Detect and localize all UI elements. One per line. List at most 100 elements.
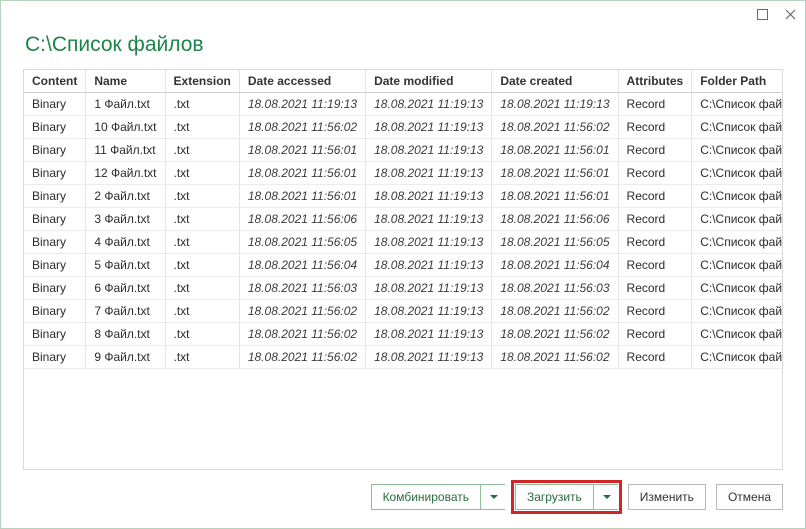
cell-created: 18.08.2021 11:56:02 xyxy=(492,322,618,345)
table-row[interactable]: Binary8 Файл.txt.txt18.08.2021 11:56:021… xyxy=(24,322,783,345)
cell-attributes: Record xyxy=(618,322,692,345)
cell-extension: .txt xyxy=(165,253,239,276)
cell-created: 18.08.2021 11:56:02 xyxy=(492,345,618,368)
cell-content: Binary xyxy=(24,92,86,115)
table-row[interactable]: Binary12 Файл.txt.txt18.08.2021 11:56:01… xyxy=(24,161,783,184)
cell-name: 11 Файл.txt xyxy=(86,138,165,161)
cell-path: C:\Список файлов\ xyxy=(692,138,783,161)
table-row[interactable]: Binary11 Файл.txt.txt18.08.2021 11:56:01… xyxy=(24,138,783,161)
cell-name: 7 Файл.txt xyxy=(86,299,165,322)
cell-name: 5 Файл.txt xyxy=(86,253,165,276)
col-header-attributes[interactable]: Attributes xyxy=(618,70,692,92)
cell-name: 12 Файл.txt xyxy=(86,161,165,184)
cell-content: Binary xyxy=(24,299,86,322)
cell-modified: 18.08.2021 11:19:13 xyxy=(366,207,492,230)
table-row[interactable]: Binary1 Файл.txt.txt18.08.2021 11:19:131… xyxy=(24,92,783,115)
cell-accessed: 18.08.2021 11:56:01 xyxy=(239,161,365,184)
table-row[interactable]: Binary10 Файл.txt.txt18.08.2021 11:56:02… xyxy=(24,115,783,138)
cell-content: Binary xyxy=(24,276,86,299)
table-row[interactable]: Binary4 Файл.txt.txt18.08.2021 11:56:051… xyxy=(24,230,783,253)
load-dropdown-button[interactable] xyxy=(593,484,618,510)
cell-path: C:\Список файлов\ xyxy=(692,92,783,115)
col-header-name[interactable]: Name xyxy=(86,70,165,92)
cancel-label: Отмена xyxy=(728,490,771,504)
preview-table: Content Name Extension Date accessed Dat… xyxy=(23,69,783,470)
cell-extension: .txt xyxy=(165,207,239,230)
cell-extension: .txt xyxy=(165,92,239,115)
cell-path: C:\Список файлов\ xyxy=(692,207,783,230)
cell-name: 1 Файл.txt xyxy=(86,92,165,115)
col-header-created[interactable]: Date created xyxy=(492,70,618,92)
cell-extension: .txt xyxy=(165,345,239,368)
close-button[interactable] xyxy=(783,7,797,21)
load-label: Загрузить xyxy=(527,490,582,504)
close-icon xyxy=(785,9,796,20)
cell-modified: 18.08.2021 11:19:13 xyxy=(366,322,492,345)
col-header-accessed[interactable]: Date accessed xyxy=(239,70,365,92)
cell-path: C:\Список файлов\ xyxy=(692,322,783,345)
cell-modified: 18.08.2021 11:19:13 xyxy=(366,184,492,207)
cell-accessed: 18.08.2021 11:56:02 xyxy=(239,299,365,322)
cell-content: Binary xyxy=(24,161,86,184)
table-header-row: Content Name Extension Date accessed Dat… xyxy=(24,70,783,92)
cell-attributes: Record xyxy=(618,184,692,207)
maximize-button[interactable] xyxy=(755,7,769,21)
cell-name: 8 Файл.txt xyxy=(86,322,165,345)
cell-created: 18.08.2021 11:56:05 xyxy=(492,230,618,253)
col-header-path[interactable]: Folder Path xyxy=(692,70,783,92)
cell-content: Binary xyxy=(24,230,86,253)
cell-accessed: 18.08.2021 11:56:05 xyxy=(239,230,365,253)
table-row[interactable]: Binary7 Файл.txt.txt18.08.2021 11:56:021… xyxy=(24,299,783,322)
cell-extension: .txt xyxy=(165,230,239,253)
combine-label: Комбинировать xyxy=(383,490,469,504)
cell-content: Binary xyxy=(24,115,86,138)
table-row[interactable]: Binary3 Файл.txt.txt18.08.2021 11:56:061… xyxy=(24,207,783,230)
cell-accessed: 18.08.2021 11:56:01 xyxy=(239,138,365,161)
cell-modified: 18.08.2021 11:19:13 xyxy=(366,253,492,276)
table-row[interactable]: Binary2 Файл.txt.txt18.08.2021 11:56:011… xyxy=(24,184,783,207)
combine-dropdown-button[interactable] xyxy=(480,484,505,510)
cell-attributes: Record xyxy=(618,230,692,253)
titlebar xyxy=(1,1,805,27)
cell-path: C:\Список файлов\ xyxy=(692,345,783,368)
cell-accessed: 18.08.2021 11:56:02 xyxy=(239,345,365,368)
cell-extension: .txt xyxy=(165,115,239,138)
cell-accessed: 18.08.2021 11:56:03 xyxy=(239,276,365,299)
cell-content: Binary xyxy=(24,138,86,161)
cell-created: 18.08.2021 11:56:03 xyxy=(492,276,618,299)
col-header-content[interactable]: Content xyxy=(24,70,86,92)
cell-extension: .txt xyxy=(165,184,239,207)
cell-content: Binary xyxy=(24,253,86,276)
cell-extension: .txt xyxy=(165,138,239,161)
cell-modified: 18.08.2021 11:19:13 xyxy=(366,299,492,322)
table-row[interactable]: Binary5 Файл.txt.txt 18.08.2021 11:56:041… xyxy=(24,253,783,276)
table-row[interactable]: Binary9 Файл.txt.txt18.08.2021 11:56:021… xyxy=(24,345,783,368)
cell-attributes: Record xyxy=(618,92,692,115)
cell-name: 3 Файл.txt xyxy=(86,207,165,230)
cell-modified: 18.08.2021 11:19:13 xyxy=(366,92,492,115)
combine-button[interactable]: Комбинировать xyxy=(371,484,480,510)
cell-extension: .txt xyxy=(165,299,239,322)
cell-accessed: 18.08.2021 11:56:02 xyxy=(239,322,365,345)
cell-modified: 18.08.2021 11:19:13 xyxy=(366,345,492,368)
page-title: C:\Список файлов xyxy=(1,27,805,69)
cell-content: Binary xyxy=(24,207,86,230)
cell-attributes: Record xyxy=(618,138,692,161)
cancel-button[interactable]: Отмена xyxy=(716,484,783,510)
table-row[interactable]: Binary6 Файл.txt.txt18.08.2021 11:56:031… xyxy=(24,276,783,299)
cell-modified: 18.08.2021 11:19:13 xyxy=(366,138,492,161)
cell-attributes: Record xyxy=(618,345,692,368)
col-header-modified[interactable]: Date modified xyxy=(366,70,492,92)
cell-accessed: 18.08.2021 11:56:01 xyxy=(239,184,365,207)
cell-name: 6 Файл.txt xyxy=(86,276,165,299)
cell-created: 18.08.2021 11:56:04 xyxy=(492,253,618,276)
edit-button[interactable]: Изменить xyxy=(628,484,706,510)
dialog-footer: Комбинировать Загрузить Изменить Отмена xyxy=(1,470,805,528)
cell-name: 9 Файл.txt xyxy=(86,345,165,368)
cell-created: 18.08.2021 11:56:01 xyxy=(492,184,618,207)
load-button[interactable]: Загрузить xyxy=(515,484,593,510)
cell-extension: .txt xyxy=(165,322,239,345)
col-header-extension[interactable]: Extension xyxy=(165,70,239,92)
cell-path: C:\Список файлов\ xyxy=(692,276,783,299)
cell-content: Binary xyxy=(24,345,86,368)
